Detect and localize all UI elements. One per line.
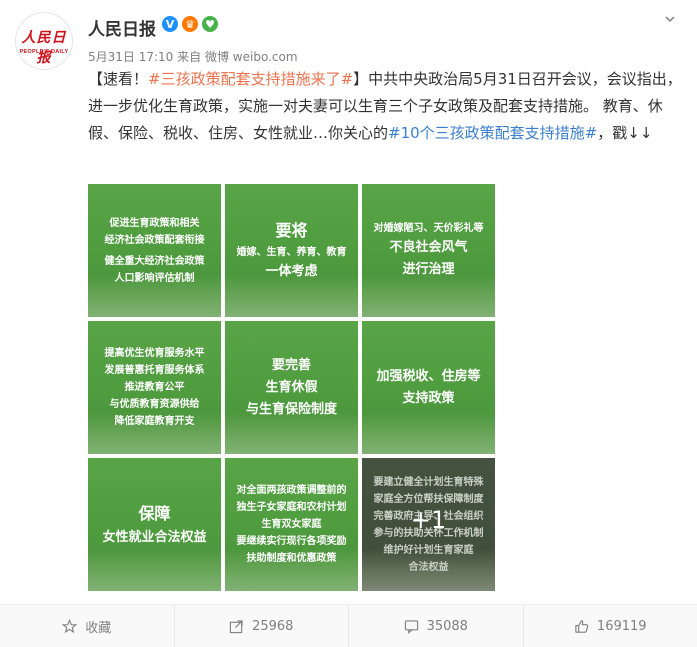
text-suffix: ，戳↓↓ — [597, 124, 652, 142]
post-time[interactable]: 5月31日 17:10 — [88, 50, 173, 64]
tile-text: 扶助制度和优惠政策 — [247, 550, 337, 567]
star-icon — [62, 619, 77, 634]
weibo-post-card: 人民日报 PEOPLE'S DAILY 人民日报 V ♛ ♥ 5月31日 17:… — [0, 0, 697, 646]
avatar-logo-text: 人民日报 — [16, 27, 72, 67]
tile-text: 要建立健全计划生育特殊 — [374, 474, 484, 491]
image-tile[interactable]: 保障 女性就业合法权益 — [88, 458, 221, 591]
tile-text: 推进教育公平 — [125, 379, 185, 396]
text-prefix: 【速看！ — [88, 70, 148, 88]
tile-text: 对婚嫁陋习、天价彩礼等 — [374, 220, 484, 237]
tile-text: 家庭全方位帮扶保障制度 — [374, 491, 484, 508]
tile-text: 保障 — [138, 501, 170, 527]
tile-text: 要完善 — [272, 355, 311, 377]
image-tile[interactable]: 要将 婚嫁、生育、养育、教育 一体考虑 — [225, 184, 358, 317]
tile-text: 婚嫁、生育、养育、教育 — [237, 244, 347, 261]
tile-text: 生育双女家庭 — [262, 516, 322, 533]
favorite-label: 收藏 — [85, 617, 111, 636]
tile-text: 生育休假 — [265, 377, 317, 399]
tile-text: 支持政策 — [402, 388, 454, 410]
hashtag-link[interactable]: #10个三孩政策配套支持措施# — [388, 124, 597, 142]
image-tile[interactable]: 加强税收、住房等 支持政策 — [362, 321, 495, 454]
tile-text: 促进生育政策和相关 — [110, 215, 200, 232]
chevron-down-icon[interactable] — [665, 14, 675, 24]
avatar-logo-subtext: PEOPLE'S DAILY — [16, 49, 72, 55]
like-button[interactable]: 169119 — [524, 605, 697, 647]
tile-text: 不良社会风气 — [389, 237, 467, 259]
image-tile[interactable]: 促进生育政策和相关 经济社会政策配套衔接 健全重大经济社会政策 人口影响评估机制 — [88, 184, 221, 317]
tile-text: 提高优生优育服务水平 — [105, 345, 205, 362]
favorite-button[interactable]: 收藏 — [0, 605, 175, 647]
image-tile[interactable]: 提高优生优育服务水平 发展普惠托育服务体系 推进教育公平 与优质教育资源供给 降… — [88, 321, 221, 454]
repost-button[interactable]: 25968 — [175, 605, 350, 647]
heart-badge-icon[interactable]: ♥ — [202, 16, 218, 32]
tile-text: 女性就业合法权益 — [102, 527, 206, 549]
tile-text: 降低家庭教育开支 — [115, 413, 195, 430]
action-bar: 收藏 25968 35088 169119 — [0, 604, 697, 647]
tile-text: 一体考虑 — [265, 261, 317, 283]
hashtag-link[interactable]: #三孩政策配套支持措施来了# — [148, 70, 353, 88]
image-tile[interactable]: 对婚嫁陋习、天价彩礼等 不良社会风气 进行治理 — [362, 184, 495, 317]
post-meta: 5月31日 17:10 来自 微博 weibo.com — [88, 48, 298, 65]
tile-text: 与生育保险制度 — [246, 399, 337, 421]
thumbs-up-icon — [574, 619, 589, 634]
image-grid: 促进生育政策和相关 经济社会政策配套衔接 健全重大经济社会政策 人口影响评估机制… — [88, 184, 495, 591]
tile-text: 加强税收、住房等 — [376, 366, 480, 388]
tile-text: 人口影响评估机制 — [115, 270, 195, 287]
more-images-count: +1 — [362, 506, 495, 534]
tile-text: 要继续实行现行各项奖励 — [237, 533, 347, 550]
comment-button[interactable]: 35088 — [349, 605, 524, 647]
image-tile[interactable]: 要完善 生育休假 与生育保险制度 — [225, 321, 358, 454]
tile-text: 维护好计划生育家庭 — [384, 542, 474, 559]
share-icon — [229, 619, 244, 634]
tile-text: 健全重大经济社会政策 — [105, 253, 205, 270]
tile-text: 合法权益 — [409, 559, 449, 576]
avatar[interactable]: 人民日报 PEOPLE'S DAILY — [15, 12, 73, 70]
image-tile[interactable]: 对全面两孩政策调整前的 独生子女家庭和农村计划 生育双女家庭 要继续实行现行各项… — [225, 458, 358, 591]
author-badges: V ♛ ♥ — [162, 16, 218, 32]
author-name[interactable]: 人民日报 — [88, 15, 156, 40]
source-label: 来自 — [177, 50, 201, 64]
comment-icon — [404, 619, 419, 634]
post-source[interactable]: 微博 weibo.com — [205, 50, 298, 64]
post-text: 【速看！#三孩政策配套支持措施来了#】中共中央政治局5月31日召开会议，会议指出… — [88, 66, 684, 147]
tile-text: 独生子女家庭和农村计划 — [237, 499, 347, 516]
verified-badge-icon[interactable]: V — [162, 16, 178, 32]
comment-count: 35088 — [427, 619, 468, 634]
repost-count: 25968 — [252, 619, 293, 634]
tile-text: 对全面两孩政策调整前的 — [237, 482, 347, 499]
like-count: 169119 — [597, 619, 647, 634]
tile-text: 经济社会政策配套衔接 — [105, 232, 205, 249]
tile-text: 与优质教育资源供给 — [110, 396, 200, 413]
image-tile-more[interactable]: 要建立健全计划生育特殊 家庭全方位帮扶保障制度 完善政府主导、社会组织 参与的扶… — [362, 458, 495, 591]
crown-badge-icon[interactable]: ♛ — [182, 16, 198, 32]
tile-text: 发展普惠托育服务体系 — [105, 362, 205, 379]
tile-text: 要将 — [275, 218, 307, 244]
tile-text: 进行治理 — [402, 259, 454, 281]
